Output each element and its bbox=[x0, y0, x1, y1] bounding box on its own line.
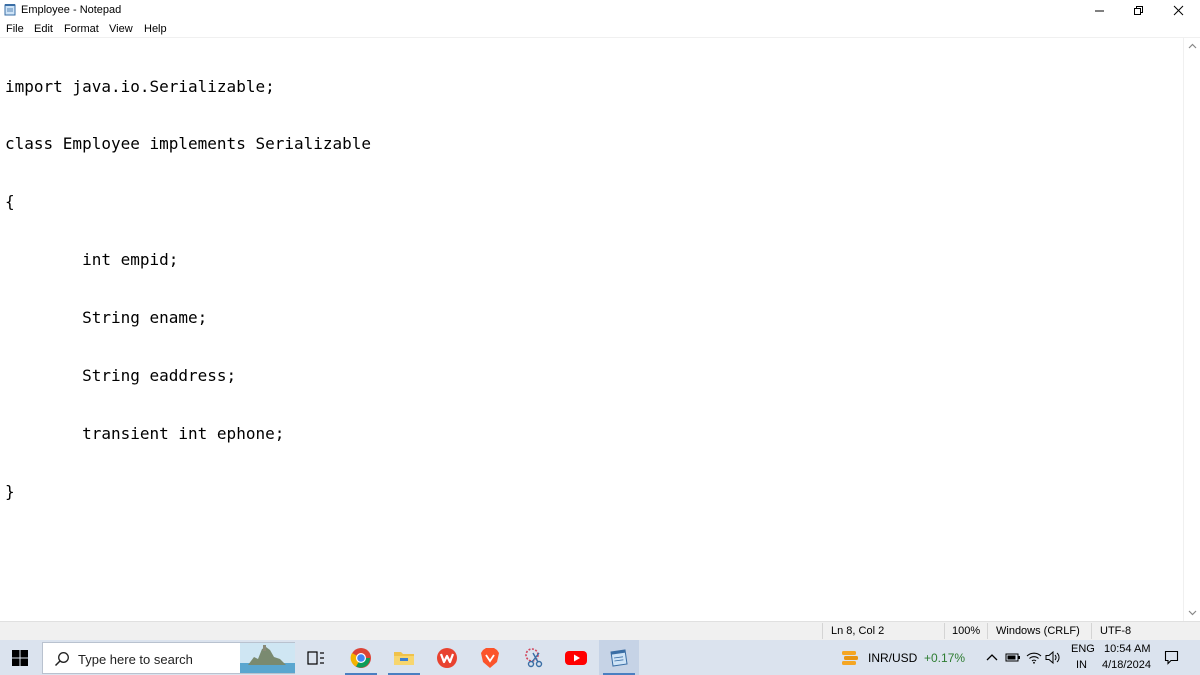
taskbar-notepad[interactable] bbox=[599, 640, 639, 675]
taskbar-brave[interactable] bbox=[470, 640, 510, 675]
status-divider bbox=[1091, 623, 1092, 639]
notification-icon[interactable] bbox=[1164, 650, 1179, 665]
menu-help[interactable]: Help bbox=[144, 23, 167, 35]
code-line: String eaddress; bbox=[5, 366, 237, 386]
file-explorer-icon bbox=[394, 651, 414, 665]
clock[interactable]: 10:54 AM 4/18/2024 bbox=[1098, 640, 1154, 675]
search-placeholder: Type here to search bbox=[78, 652, 193, 667]
code-line: class Employee implements Serializable bbox=[5, 134, 372, 154]
battery-icon[interactable] bbox=[1005, 652, 1021, 663]
task-view-icon bbox=[307, 650, 324, 665]
text-editor[interactable]: import java.io.Serializable; class Emplo… bbox=[0, 38, 1183, 621]
currency-widget[interactable]: INR/USD +0.17% bbox=[836, 640, 972, 675]
menu-format[interactable]: Format bbox=[64, 23, 99, 35]
code-line: } bbox=[5, 481, 15, 501]
language-region: IN bbox=[1076, 659, 1087, 671]
code-line: String ename; bbox=[5, 308, 208, 328]
taskbar-file-explorer[interactable] bbox=[384, 640, 424, 675]
code-text[interactable]: import java.io.Serializable; class Emplo… bbox=[5, 38, 371, 540]
clock-time: 10:54 AM bbox=[1104, 643, 1151, 655]
notepad-icon bbox=[4, 4, 16, 16]
scroll-up-icon[interactable] bbox=[1187, 41, 1198, 52]
search-icon bbox=[54, 652, 69, 667]
taskbar-chrome[interactable] bbox=[341, 640, 381, 675]
widget-label: INR/USD bbox=[868, 651, 918, 665]
language-code: ENG bbox=[1071, 643, 1095, 655]
taskbar-snipping-tool[interactable] bbox=[515, 640, 555, 675]
code-line: int empid; bbox=[5, 250, 179, 270]
chevron-up-icon[interactable] bbox=[986, 653, 998, 663]
menu-view[interactable]: View bbox=[109, 23, 133, 35]
zoom-level: 100% bbox=[952, 625, 981, 637]
volume-icon[interactable] bbox=[1045, 651, 1061, 664]
encoding: UTF-8 bbox=[1100, 625, 1132, 637]
restore-icon bbox=[1133, 5, 1143, 15]
status-divider bbox=[987, 623, 988, 639]
cursor-position: Ln 8, Col 2 bbox=[831, 625, 885, 637]
code-line: { bbox=[5, 192, 15, 212]
search-highlight-image bbox=[240, 643, 295, 673]
taskbar-youtube[interactable] bbox=[556, 640, 596, 675]
currency-icon bbox=[842, 651, 858, 665]
wifi-icon[interactable] bbox=[1026, 651, 1042, 664]
status-divider bbox=[944, 623, 945, 639]
status-bar: Ln 8, Col 2 100% Windows (CRLF) UTF-8 bbox=[0, 621, 1200, 640]
brave-icon bbox=[481, 647, 499, 668]
taskbar-search[interactable]: Type here to search bbox=[42, 642, 295, 674]
code-line: transient int ephone; bbox=[5, 423, 285, 443]
code-line: import java.io.Serializable; bbox=[5, 76, 275, 96]
start-button[interactable] bbox=[0, 640, 40, 675]
chrome-icon bbox=[350, 647, 371, 668]
youtube-icon bbox=[565, 650, 587, 665]
restore-button[interactable] bbox=[1118, 0, 1158, 20]
windows-logo-icon bbox=[12, 649, 28, 666]
widget-change: +0.17% bbox=[924, 651, 966, 665]
title-bar[interactable]: Employee - Notepad bbox=[0, 0, 1200, 20]
menu-bar: File Edit Format View Help bbox=[0, 20, 1200, 38]
menu-edit[interactable]: Edit bbox=[34, 23, 53, 35]
close-icon bbox=[1173, 5, 1183, 15]
window-title: Employee - Notepad bbox=[21, 4, 122, 16]
line-ending: Windows (CRLF) bbox=[996, 625, 1080, 637]
minimize-button[interactable] bbox=[1079, 0, 1119, 20]
notepad-icon bbox=[610, 648, 628, 667]
wps-office-icon bbox=[437, 647, 457, 668]
status-divider bbox=[822, 623, 823, 639]
close-button[interactable] bbox=[1158, 0, 1198, 20]
notepad-window: Employee - Notepad File Edit Format View… bbox=[0, 0, 1200, 640]
minimize-icon bbox=[1094, 10, 1104, 11]
snipping-tool-icon bbox=[525, 647, 543, 667]
taskbar-task-view[interactable] bbox=[296, 640, 336, 675]
vertical-scrollbar[interactable] bbox=[1183, 38, 1200, 621]
scroll-down-icon[interactable] bbox=[1187, 607, 1198, 618]
taskbar: Type here to search INR/USD +0.17% ENG I… bbox=[0, 640, 1200, 675]
language-indicator[interactable]: ENG IN bbox=[1066, 640, 1098, 675]
taskbar-wps-office[interactable] bbox=[427, 640, 467, 675]
clock-date: 4/18/2024 bbox=[1102, 659, 1151, 671]
menu-file[interactable]: File bbox=[6, 23, 24, 35]
